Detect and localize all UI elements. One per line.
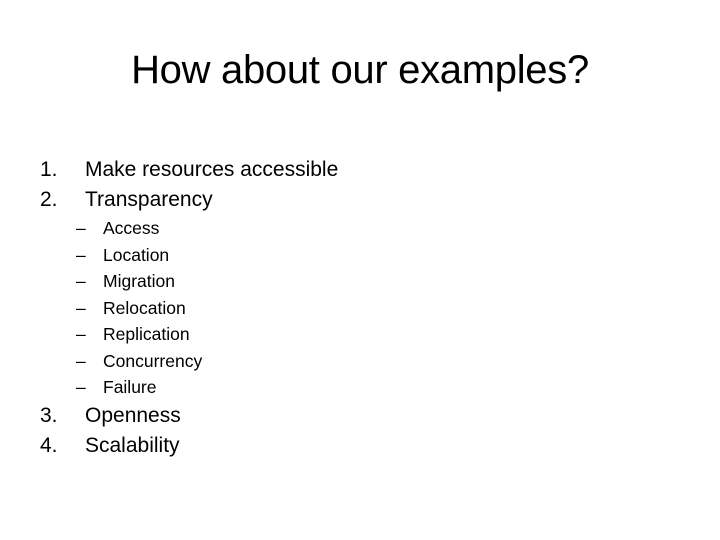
list-number: 3. (40, 404, 58, 427)
sub-item-label: Location (103, 244, 170, 265)
list-label: Scalability (85, 434, 180, 457)
dash-bullet: – (76, 271, 86, 291)
sub-item-label: Failure (103, 377, 157, 397)
sub-item-label: Replication (103, 324, 190, 344)
sub-item-label: Relocation (103, 297, 186, 318)
list-number: 1. (40, 158, 58, 181)
dash-bullet: – (76, 324, 86, 344)
sub-item-label: Migration (103, 271, 175, 291)
sub-item-label: Access (103, 218, 160, 238)
list-label: Transparency (85, 188, 213, 211)
slide-body: 1. Make resources accessible 2. Transpar… (0, 0, 720, 540)
dash-bullet: – (76, 350, 86, 371)
list-label: Openness (85, 404, 181, 427)
list-number: 2. (40, 188, 58, 211)
dash-bullet: – (76, 244, 86, 265)
dash-bullet: – (76, 218, 86, 238)
dash-bullet: – (76, 377, 86, 397)
sub-item-label: Concurrency (103, 350, 203, 371)
dash-bullet: – (76, 297, 86, 318)
list-label: Make resources accessible (85, 158, 339, 181)
list-number: 4. (40, 434, 58, 457)
